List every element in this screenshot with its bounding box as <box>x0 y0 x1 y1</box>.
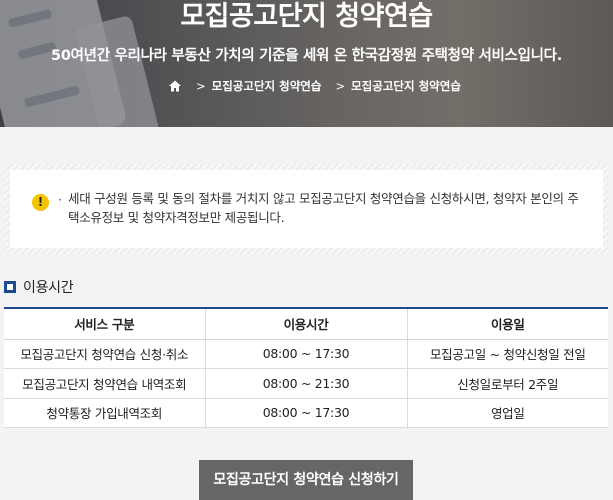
table-cell: 신청일로부터 2주일 <box>407 368 608 399</box>
chevron-right-icon: > <box>335 79 346 93</box>
table-cell: 08:00 ~ 21:30 <box>205 368 408 399</box>
table-row: 모집공고단지 청약연습 내역조회 08:00 ~ 21:30 신청일로부터 2주… <box>4 368 608 399</box>
notice-inner: ! · 세대 구성원 등록 및 동의 절차를 거치지 않고 모집공고단지 청약연… <box>10 170 603 248</box>
table-cell: 모집공고단지 청약연습 내역조회 <box>4 368 206 399</box>
table-row: 청약통장 가입내역조회 08:00 ~ 17:30 영업일 <box>4 398 608 428</box>
home-icon[interactable] <box>168 79 182 93</box>
chevron-right-icon: > <box>196 79 206 93</box>
page-subtitle: 50여년간 우리나라 부동산 가치의 기준을 세워 온 한국감정원 주택청약 서… <box>51 48 562 64</box>
table-cell: 08:00 ~ 17:30 <box>205 339 408 369</box>
table-header-row: 서비스 구분 이용시간 이용일 <box>4 308 608 340</box>
apply-practice-button[interactable]: 모집공고단지 청약연습 신청하기 <box>199 460 413 500</box>
breadcrumb-item-1[interactable]: 모집공고단지 청약연습 <box>212 78 322 94</box>
warning-icon: ! <box>32 194 49 211</box>
breadcrumb: > 모집공고단지 청약연습 > 모집공고단지 청약연습 <box>168 78 461 94</box>
section-title: 이용시간 <box>23 280 74 296</box>
column-header: 서비스 구분 <box>4 308 206 340</box>
notice-box: ! · 세대 구성원 등록 및 동의 절차를 거치지 않고 모집공고단지 청약연… <box>4 164 609 254</box>
usage-time-table: 서비스 구분 이용시간 이용일 모집공고단지 청약연습 신청·취소 08:00 … <box>4 307 608 428</box>
hero-banner: 모집공고단지 청약연습 50여년간 우리나라 부동산 가치의 기준을 세워 온 … <box>0 0 613 127</box>
table-row: 모집공고단지 청약연습 신청·취소 08:00 ~ 17:30 모집공고일 ~ … <box>4 339 608 369</box>
bullet-icon: · <box>58 193 62 207</box>
section-heading: 이용시간 <box>4 277 74 297</box>
table-cell: 모집공고일 ~ 청약신청일 전일 <box>407 339 608 369</box>
table-cell: 청약통장 가입내역조회 <box>4 398 206 428</box>
page-title: 모집공고단지 청약연습 <box>180 1 433 32</box>
column-header: 이용시간 <box>205 308 408 340</box>
column-header: 이용일 <box>407 308 608 340</box>
table-cell: 모집공고단지 청약연습 신청·취소 <box>4 339 206 369</box>
section-marker-icon <box>4 281 16 293</box>
breadcrumb-item-2[interactable]: 모집공고단지 청약연습 <box>351 78 461 94</box>
table-cell: 08:00 ~ 17:30 <box>205 398 408 428</box>
table-cell: 영업일 <box>407 398 608 428</box>
notice-text: 세대 구성원 등록 및 동의 절차를 거치지 않고 모집공고단지 청약연습을 신… <box>68 191 579 225</box>
